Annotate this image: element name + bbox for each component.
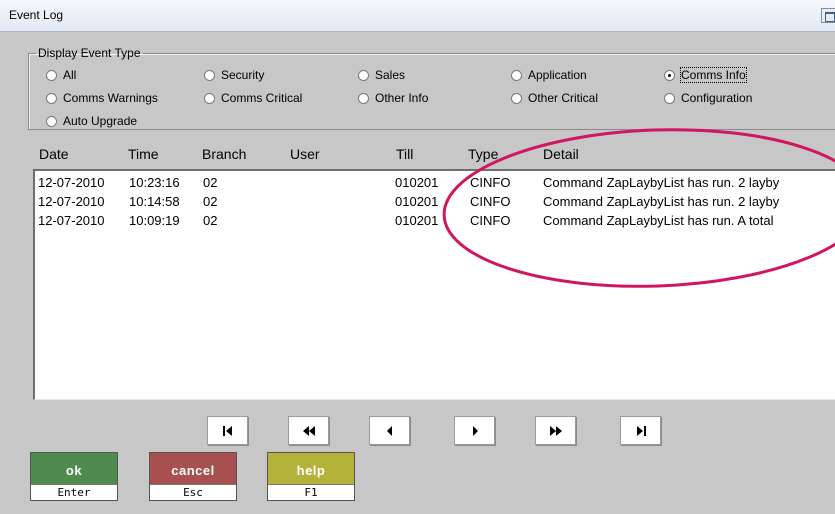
radio-comms-info-indicator: [664, 69, 675, 81]
cell-time: 10:09:19: [129, 213, 180, 228]
radio-application[interactable]: Application: [511, 67, 587, 83]
next-record-icon: [472, 425, 478, 436]
cell-branch: 02: [203, 213, 218, 228]
first-record-button[interactable]: [207, 416, 248, 445]
ok-button[interactable]: ok Enter: [30, 452, 118, 501]
radio-comms-critical[interactable]: Comms Critical: [204, 90, 302, 106]
radio-sales-indicator: [358, 69, 369, 81]
radio-comms-critical-indicator: [204, 92, 215, 104]
radio-application-indicator: [511, 69, 522, 81]
radio-application-label: Application: [528, 68, 587, 82]
cell-till: 010201: [395, 175, 439, 190]
previous-page-icon: [302, 425, 315, 436]
table-row[interactable]: 12-07-2010 10:23:16 02 010201 CINFO Comm…: [35, 175, 835, 192]
cancel-button[interactable]: cancel Esc: [149, 452, 237, 501]
cell-detail: Command ZapLaybyList has run. 2 layby: [543, 175, 780, 190]
radio-security[interactable]: Security: [204, 67, 264, 83]
display-event-type-group: Display Event Type: [28, 46, 835, 130]
restore-window-icon[interactable]: [821, 8, 835, 23]
table-row[interactable]: 12-07-2010 10:09:19 02 010201 CINFO Comm…: [35, 213, 835, 230]
radio-security-label: Security: [221, 68, 265, 82]
radio-comms-info[interactable]: Comms Info: [664, 67, 747, 83]
cell-till: 010201: [395, 213, 439, 228]
cell-till: 010201: [395, 194, 439, 209]
column-header-branch[interactable]: Branch: [202, 146, 246, 162]
radio-other-critical[interactable]: Other Critical: [511, 90, 598, 106]
column-header-time[interactable]: Time: [128, 146, 159, 162]
radio-all-label: All: [63, 68, 77, 82]
column-header-date[interactable]: Date: [39, 146, 69, 162]
radio-other-critical-label: Other Critical: [528, 91, 599, 105]
previous-record-button[interactable]: [369, 416, 410, 445]
radio-configuration-label: Configuration: [681, 91, 753, 105]
event-list[interactable]: 12-07-2010 10:23:16 02 010201 CINFO Comm…: [33, 169, 835, 400]
radio-security-indicator: [204, 69, 215, 81]
cell-time: 10:23:16: [129, 175, 180, 190]
cell-type: CINFO: [470, 175, 511, 190]
last-record-icon: [636, 425, 646, 436]
radio-comms-warnings[interactable]: Comms Warnings: [46, 90, 158, 106]
radio-other-info-label: Other Info: [375, 91, 429, 105]
cell-type: CINFO: [470, 213, 511, 228]
cell-date: 12-07-2010: [38, 213, 105, 228]
radio-other-info-indicator: [358, 92, 369, 104]
previous-page-button[interactable]: [288, 416, 329, 445]
help-button-face: help: [268, 453, 354, 487]
radio-sales-label: Sales: [375, 68, 406, 82]
title-bar: Event Log: [0, 0, 835, 32]
ok-button-face: ok: [31, 453, 117, 487]
radio-comms-warnings-indicator: [46, 92, 57, 104]
column-header-type[interactable]: Type: [468, 146, 498, 162]
cancel-button-key: Esc: [150, 484, 236, 500]
help-button-key: F1: [268, 484, 354, 500]
radio-auto-upgrade[interactable]: Auto Upgrade: [46, 113, 137, 129]
next-page-button[interactable]: [535, 416, 576, 445]
radio-sales[interactable]: Sales: [358, 67, 405, 83]
next-page-icon: [549, 425, 562, 436]
radio-configuration[interactable]: Configuration: [664, 90, 752, 106]
radio-auto-upgrade-indicator: [46, 115, 57, 127]
previous-record-icon: [386, 425, 392, 436]
window-title: Event Log: [9, 8, 64, 22]
cell-type: CINFO: [470, 194, 511, 209]
radio-comms-info-label: Comms Info: [680, 67, 747, 83]
radio-comms-critical-label: Comms Critical: [221, 91, 303, 105]
next-record-button[interactable]: [454, 416, 495, 445]
group-legend: Display Event Type: [38, 46, 141, 60]
column-header-till[interactable]: Till: [396, 146, 413, 162]
cell-branch: 02: [203, 194, 218, 209]
column-header-user[interactable]: User: [290, 146, 320, 162]
radio-other-critical-indicator: [511, 92, 522, 104]
cell-date: 12-07-2010: [38, 194, 105, 209]
radio-configuration-indicator: [664, 92, 675, 104]
radio-all[interactable]: All: [46, 67, 76, 83]
cell-detail: Command ZapLaybyList has run. 2 layby: [543, 194, 780, 209]
first-record-icon: [222, 425, 232, 436]
column-header-detail[interactable]: Detail: [543, 146, 579, 162]
last-record-button[interactable]: [620, 416, 661, 445]
radio-auto-upgrade-label: Auto Upgrade: [63, 114, 138, 128]
help-button[interactable]: help F1: [267, 452, 355, 501]
cell-time: 10:14:58: [129, 194, 180, 209]
cell-branch: 02: [203, 175, 218, 190]
cancel-button-face: cancel: [150, 453, 236, 487]
ok-button-key: Enter: [31, 484, 117, 500]
radio-all-indicator: [46, 69, 57, 81]
cell-detail: Command ZapLaybyList has run. A total: [543, 213, 774, 228]
radio-comms-warnings-label: Comms Warnings: [63, 91, 158, 105]
table-row[interactable]: 12-07-2010 10:14:58 02 010201 CINFO Comm…: [35, 194, 835, 211]
cell-date: 12-07-2010: [38, 175, 105, 190]
radio-other-info[interactable]: Other Info: [358, 90, 428, 106]
